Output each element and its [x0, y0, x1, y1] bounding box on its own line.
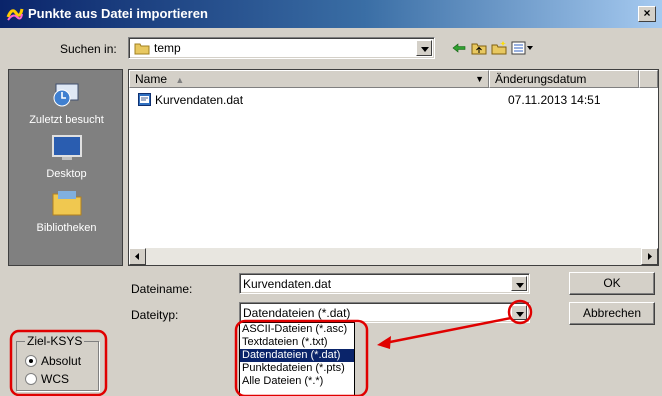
new-folder-icon[interactable] — [491, 40, 507, 56]
file-name: Kurvendaten.dat — [155, 93, 244, 107]
column-header-name[interactable]: Name ▲ ▼ — [129, 70, 489, 88]
filter-dropdown-icon[interactable]: ▼ — [475, 71, 484, 87]
horizontal-scrollbar[interactable] — [129, 248, 658, 265]
column-label: Name — [135, 72, 168, 86]
filetype-combo[interactable]: Datendateien (*.dat) — [239, 302, 530, 323]
recent-places-icon — [53, 83, 78, 107]
group-title: Ziel-KSYS — [25, 334, 85, 348]
radio-absolut[interactable]: Absolut — [25, 354, 105, 368]
place-label: Zuletzt besucht — [29, 114, 104, 126]
view-menu-icon[interactable] — [511, 40, 535, 56]
radio-button-checked[interactable] — [25, 355, 37, 367]
dropdown-option[interactable]: Textdateien (*.txt) — [240, 336, 354, 349]
column-header-date[interactable]: Änderungsdatum — [489, 70, 639, 88]
radio-button[interactable] — [25, 373, 37, 385]
filetype-label: Dateityp: — [131, 308, 179, 322]
arrow-right-icon — [648, 253, 652, 260]
chevron-down-icon[interactable] — [511, 276, 527, 291]
title-bar: Punkte aus Datei importieren × — [0, 0, 662, 28]
arrow-left-icon — [135, 253, 139, 260]
lookin-value: temp — [154, 41, 181, 55]
annotation-arrowhead — [377, 336, 391, 349]
place-libraries[interactable]: Bibliotheken — [9, 188, 124, 234]
back-icon[interactable] — [451, 40, 467, 56]
file-list[interactable]: Name ▲ ▼ Änderungsdatum Kurvendaten.dat … — [128, 69, 659, 266]
column-label: Änderungsdatum — [495, 72, 587, 86]
target-cs-group: Ziel-KSYS Absolut WCS — [16, 334, 99, 391]
radio-label: Absolut — [41, 354, 82, 368]
places-bar: Zuletzt besucht Desktop Bibliotheken — [8, 69, 123, 266]
filetype-dropdown-list[interactable]: ASCII-Dateien (*.asc) Textdateien (*.txt… — [239, 322, 355, 396]
ok-button[interactable]: OK — [569, 272, 655, 295]
file-icon — [138, 93, 151, 106]
app-icon — [6, 8, 24, 21]
close-button[interactable]: × — [638, 6, 656, 22]
lookin-combo[interactable]: temp — [128, 37, 435, 59]
cancel-button[interactable]: Abbrechen — [569, 302, 655, 325]
sort-ascending-icon: ▲ — [175, 75, 185, 85]
table-row[interactable]: Kurvendaten.dat 07.11.2013 14:51 — [129, 92, 658, 108]
folder-icon — [134, 43, 150, 55]
window-title: Punkte aus Datei importieren — [28, 6, 208, 21]
dropdown-option-selected[interactable]: Datendateien (*.dat) — [240, 349, 354, 362]
place-recent[interactable]: Zuletzt besucht — [9, 80, 124, 126]
filetype-value: Datendateien (*.dat) — [243, 306, 351, 320]
dropdown-option[interactable]: ASCII-Dateien (*.asc) — [240, 323, 354, 336]
place-label: Desktop — [46, 168, 87, 180]
chevron-down-icon[interactable] — [416, 40, 432, 56]
scroll-right-button[interactable] — [641, 248, 658, 265]
filename-combo[interactable]: Kurvendaten.dat — [239, 273, 530, 294]
radio-wcs[interactable]: WCS — [25, 372, 105, 386]
toolbar — [451, 38, 541, 58]
lookin-label: Suchen in: — [60, 42, 117, 56]
chevron-down-icon[interactable] — [511, 305, 527, 320]
column-header-extra[interactable] — [639, 70, 658, 88]
scroll-left-button[interactable] — [129, 248, 146, 265]
desktop-icon — [51, 135, 82, 160]
place-label: Bibliotheken — [36, 222, 97, 234]
file-date: 07.11.2013 14:51 — [508, 93, 601, 107]
up-folder-icon[interactable] — [471, 40, 487, 56]
filename-label: Dateiname: — [131, 282, 193, 296]
dropdown-option[interactable]: Punktedateien (*.pts) — [240, 362, 354, 375]
radio-label: WCS — [41, 372, 69, 386]
libraries-icon — [52, 191, 81, 216]
place-desktop[interactable]: Desktop — [9, 134, 124, 180]
dropdown-option[interactable]: Alle Dateien (*.*) — [240, 375, 354, 388]
filename-value: Kurvendaten.dat — [243, 277, 332, 291]
